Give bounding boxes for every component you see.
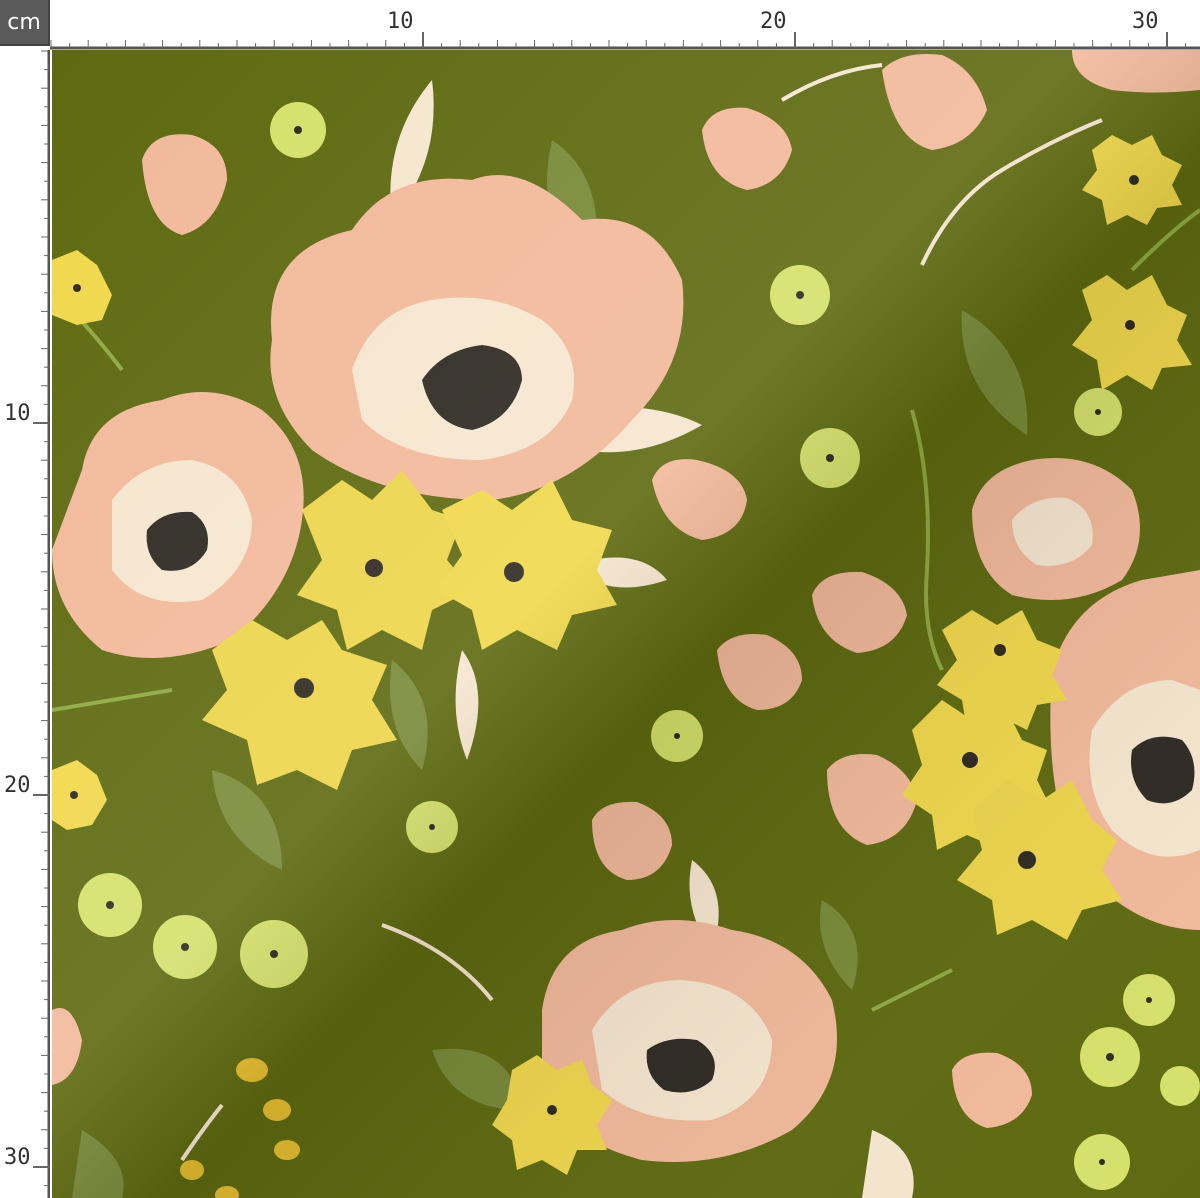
top-ruler-ticks <box>50 32 1187 48</box>
unit-label: cm <box>0 0 50 46</box>
fabric-sheen <box>52 50 1200 1198</box>
top-ruler-label: 20 <box>760 9 787 34</box>
left-ruler-label: 30 <box>4 1145 31 1170</box>
top-ruler-label: 10 <box>387 9 414 34</box>
left-ruler-label: 20 <box>4 773 31 798</box>
top-ruler: 10 20 30 <box>50 0 1200 50</box>
floral-fabric-swatch <box>52 50 1200 1198</box>
left-ruler: 10 20 30 <box>0 50 50 1198</box>
left-ruler-ticks <box>33 50 49 1187</box>
top-ruler-label: 30 <box>1132 9 1159 34</box>
left-ruler-label: 10 <box>4 401 31 426</box>
